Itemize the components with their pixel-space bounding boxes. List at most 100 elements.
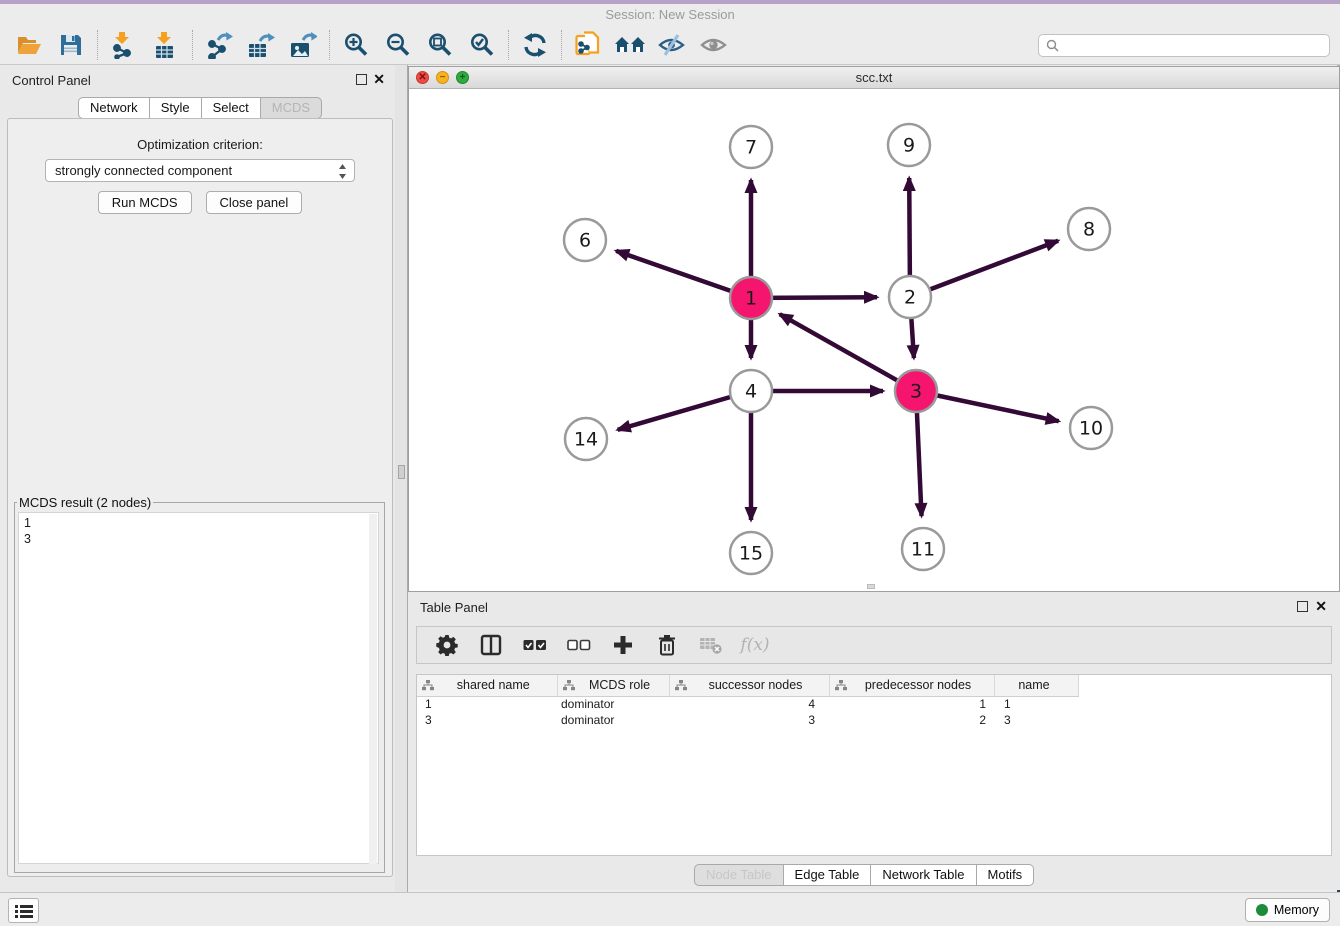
show-home-button[interactable]	[609, 28, 651, 62]
table-row[interactable]: 3 dominator 3 2 3	[417, 712, 1078, 728]
run-mcds-button[interactable]: Run MCDS	[98, 191, 192, 214]
result-scrollbar[interactable]	[369, 514, 377, 864]
canvas-resize-grip[interactable]	[867, 584, 875, 589]
zoom-window-button[interactable]: +	[456, 71, 469, 84]
export-table-button[interactable]	[240, 28, 282, 62]
optimization-value: strongly connected component	[55, 163, 232, 178]
refresh-icon	[523, 33, 547, 57]
column-header-shared-name[interactable]: shared name	[417, 675, 557, 696]
export-image-button[interactable]	[282, 28, 324, 62]
zoom-out-button[interactable]	[377, 28, 419, 62]
cell-predecessor-nodes[interactable]: 1	[829, 696, 994, 712]
show-all-button[interactable]	[693, 28, 735, 62]
close-panel-button[interactable]: Close panel	[206, 191, 303, 214]
import-table-button[interactable]	[145, 28, 187, 62]
zoom-in-button[interactable]	[335, 28, 377, 62]
network-graph: 7968124314101511	[409, 89, 1339, 591]
tab-node-table[interactable]: Node Table	[694, 864, 784, 886]
import-network-icon	[111, 32, 137, 59]
graph-node-label: 4	[745, 381, 757, 403]
minimize-window-button[interactable]: −	[436, 71, 449, 84]
memory-button[interactable]: Memory	[1245, 898, 1330, 922]
function-builder-button[interactable]: f(x)	[742, 632, 768, 658]
plus-icon	[613, 635, 633, 655]
splitter-grip-icon[interactable]	[398, 465, 405, 479]
export-table-icon	[247, 32, 275, 59]
toolbar-separator	[192, 30, 193, 60]
import-network-button[interactable]	[103, 28, 145, 62]
panel-splitter[interactable]	[395, 65, 408, 892]
mcds-result-line: 3	[24, 531, 378, 547]
close-window-button[interactable]: ✕	[416, 71, 429, 84]
select-all-columns-button[interactable]	[522, 632, 548, 658]
delete-table-button[interactable]	[698, 632, 724, 658]
hide-selected-button[interactable]	[651, 28, 693, 62]
zoom-fit-button[interactable]	[419, 28, 461, 62]
refresh-view-button[interactable]	[514, 28, 556, 62]
eye-slash-icon	[658, 33, 686, 57]
columns-icon	[480, 634, 502, 656]
cell-name[interactable]: 1	[994, 696, 1078, 712]
deselect-all-columns-button[interactable]	[566, 632, 592, 658]
search-input[interactable]	[1064, 38, 1329, 53]
table-settings-button[interactable]	[434, 632, 460, 658]
network-window-titlebar[interactable]: ✕ − + scc.txt	[409, 67, 1339, 89]
open-folder-icon	[16, 33, 42, 57]
mcds-result-list[interactable]: 1 3	[18, 512, 379, 864]
cell-successor-nodes[interactable]: 3	[669, 712, 829, 728]
tab-style[interactable]: Style	[150, 97, 202, 119]
toolbar-separator	[97, 30, 98, 60]
network-view-window: ✕ − + scc.txt 7968124314101511	[408, 66, 1340, 592]
tab-edge-table[interactable]: Edge Table	[784, 864, 872, 886]
zoom-out-icon	[385, 32, 411, 58]
toggle-column-view-button[interactable]	[478, 632, 504, 658]
cell-name[interactable]: 3	[994, 712, 1078, 728]
cell-shared-name[interactable]: 1	[417, 696, 557, 712]
graph-edge-3-1[interactable]	[780, 314, 916, 391]
cell-predecessor-nodes[interactable]: 2	[829, 712, 994, 728]
graph-node-label: 8	[1083, 219, 1095, 241]
toolbar-separator	[329, 30, 330, 60]
graph-node-label: 14	[574, 429, 598, 451]
zoom-selected-button[interactable]	[461, 28, 503, 62]
gear-icon	[436, 634, 458, 656]
cell-successor-nodes[interactable]: 4	[669, 696, 829, 712]
open-session-button[interactable]	[8, 28, 50, 62]
column-header-name[interactable]: name	[994, 675, 1078, 696]
save-session-button[interactable]	[50, 28, 92, 62]
graph-node-label: 11	[911, 539, 935, 561]
tab-mcds[interactable]: MCDS	[261, 97, 322, 119]
table-tabs: Node Table Edge Table Network Table Moti…	[694, 864, 1034, 886]
column-header-predecessor-nodes[interactable]: predecessor nodes	[829, 675, 994, 696]
toolbar-separator	[508, 30, 509, 60]
table-row[interactable]: 1 dominator 4 1 1	[417, 696, 1078, 712]
network-from-selection-button[interactable]	[567, 28, 609, 62]
graph-node-label: 3	[910, 381, 922, 403]
cell-mcds-role[interactable]: dominator	[557, 712, 669, 728]
graph-edge-2-8[interactable]	[910, 241, 1058, 297]
export-network-button[interactable]	[198, 28, 240, 62]
optimization-select[interactable]: strongly connected component	[45, 159, 355, 182]
cell-mcds-role[interactable]: dominator	[557, 696, 669, 712]
export-network-icon	[206, 32, 233, 59]
cell-shared-name[interactable]: 3	[417, 712, 557, 728]
task-history-button[interactable]	[8, 898, 39, 923]
memory-status-icon	[1256, 904, 1268, 916]
network-from-selection-icon	[575, 31, 602, 59]
network-canvas[interactable]: 7968124314101511	[409, 89, 1339, 591]
float-panel-icon[interactable]	[1297, 601, 1308, 612]
tab-network[interactable]: Network	[78, 97, 150, 119]
column-header-mcds-role[interactable]: MCDS role	[557, 675, 669, 696]
add-column-button[interactable]	[610, 632, 636, 658]
tab-motifs[interactable]: Motifs	[977, 864, 1035, 886]
column-header-successor-nodes[interactable]: successor nodes	[669, 675, 829, 696]
float-panel-icon[interactable]	[356, 74, 367, 85]
tab-network-table[interactable]: Network Table	[871, 864, 976, 886]
save-floppy-icon	[59, 33, 83, 57]
close-panel-icon[interactable]: ✕	[1315, 598, 1327, 614]
close-panel-icon[interactable]: ✕	[373, 71, 385, 87]
houses-icon	[614, 33, 646, 57]
delete-column-button[interactable]	[654, 632, 680, 658]
tab-select[interactable]: Select	[202, 97, 261, 119]
control-panel-title: Control Panel	[12, 73, 91, 88]
